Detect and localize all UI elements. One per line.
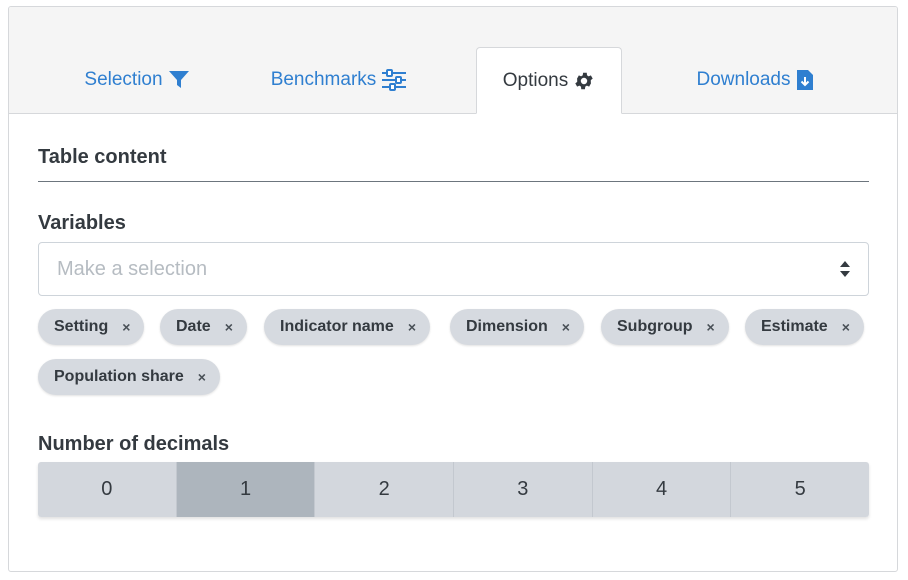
chip-population-share: Population share × xyxy=(38,359,220,395)
sliders-icon xyxy=(381,69,407,91)
remove-chip-icon[interactable]: × xyxy=(198,369,206,385)
tab-downloads[interactable]: Downloads xyxy=(669,47,841,113)
remove-chip-icon[interactable]: × xyxy=(408,319,416,335)
tab-bar: Selection Benchmarks Options Downloads xyxy=(9,7,897,114)
chip-label: Date xyxy=(176,318,211,335)
chip-date: Date × xyxy=(160,309,247,345)
variables-select[interactable]: Make a selection xyxy=(38,242,869,296)
filter-icon xyxy=(168,70,190,90)
chip-estimate: Estimate × xyxy=(745,309,864,345)
remove-chip-icon[interactable]: × xyxy=(842,319,850,335)
gear-icon xyxy=(573,70,595,92)
decimals-label: Number of decimals xyxy=(38,433,230,455)
chip-label: Estimate xyxy=(761,318,828,335)
heading-divider xyxy=(38,181,869,182)
chip-indicator-name: Indicator name × xyxy=(264,309,430,345)
remove-chip-icon[interactable]: × xyxy=(122,319,130,335)
decimals-option-4[interactable]: 4 xyxy=(592,462,732,517)
tab-label: Benchmarks xyxy=(270,69,377,90)
chip-label: Indicator name xyxy=(280,318,394,335)
decimals-option-3[interactable]: 3 xyxy=(454,462,593,517)
chip-label: Subgroup xyxy=(617,318,693,335)
sort-caret-icon xyxy=(839,260,851,284)
remove-chip-icon[interactable]: × xyxy=(225,319,233,335)
options-panel: Selection Benchmarks Options Downloads T… xyxy=(8,6,898,572)
tab-label: Options xyxy=(502,69,569,91)
tab-label: Selection xyxy=(84,69,163,90)
chip-setting: Setting × xyxy=(38,309,145,345)
chip-subgroup: Subgroup × xyxy=(601,309,729,345)
tab-options[interactable]: Options xyxy=(476,47,622,114)
table-content-heading: Table content xyxy=(38,146,167,168)
decimals-option-0[interactable]: 0 xyxy=(38,462,177,517)
chip-label: Setting xyxy=(54,318,109,335)
decimals-option-5[interactable]: 5 xyxy=(731,462,869,517)
decimals-option-2[interactable]: 2 xyxy=(315,462,455,517)
decimals-option-1[interactable]: 1 xyxy=(176,462,316,517)
tab-benchmarks[interactable]: Benchmarks xyxy=(245,47,433,113)
tab-selection[interactable]: Selection xyxy=(37,47,237,113)
file-download-icon xyxy=(796,69,814,91)
variables-placeholder: Make a selection xyxy=(57,257,208,280)
remove-chip-icon[interactable]: × xyxy=(707,319,715,335)
chip-label: Population share xyxy=(54,368,184,385)
remove-chip-icon[interactable]: × xyxy=(562,319,570,335)
variables-label: Variables xyxy=(38,212,126,234)
chip-dimension: Dimension × xyxy=(450,309,584,345)
tab-label: Downloads xyxy=(696,69,791,90)
chip-label: Dimension xyxy=(466,318,548,335)
decimals-button-group: 0 1 2 3 4 5 xyxy=(38,462,869,517)
